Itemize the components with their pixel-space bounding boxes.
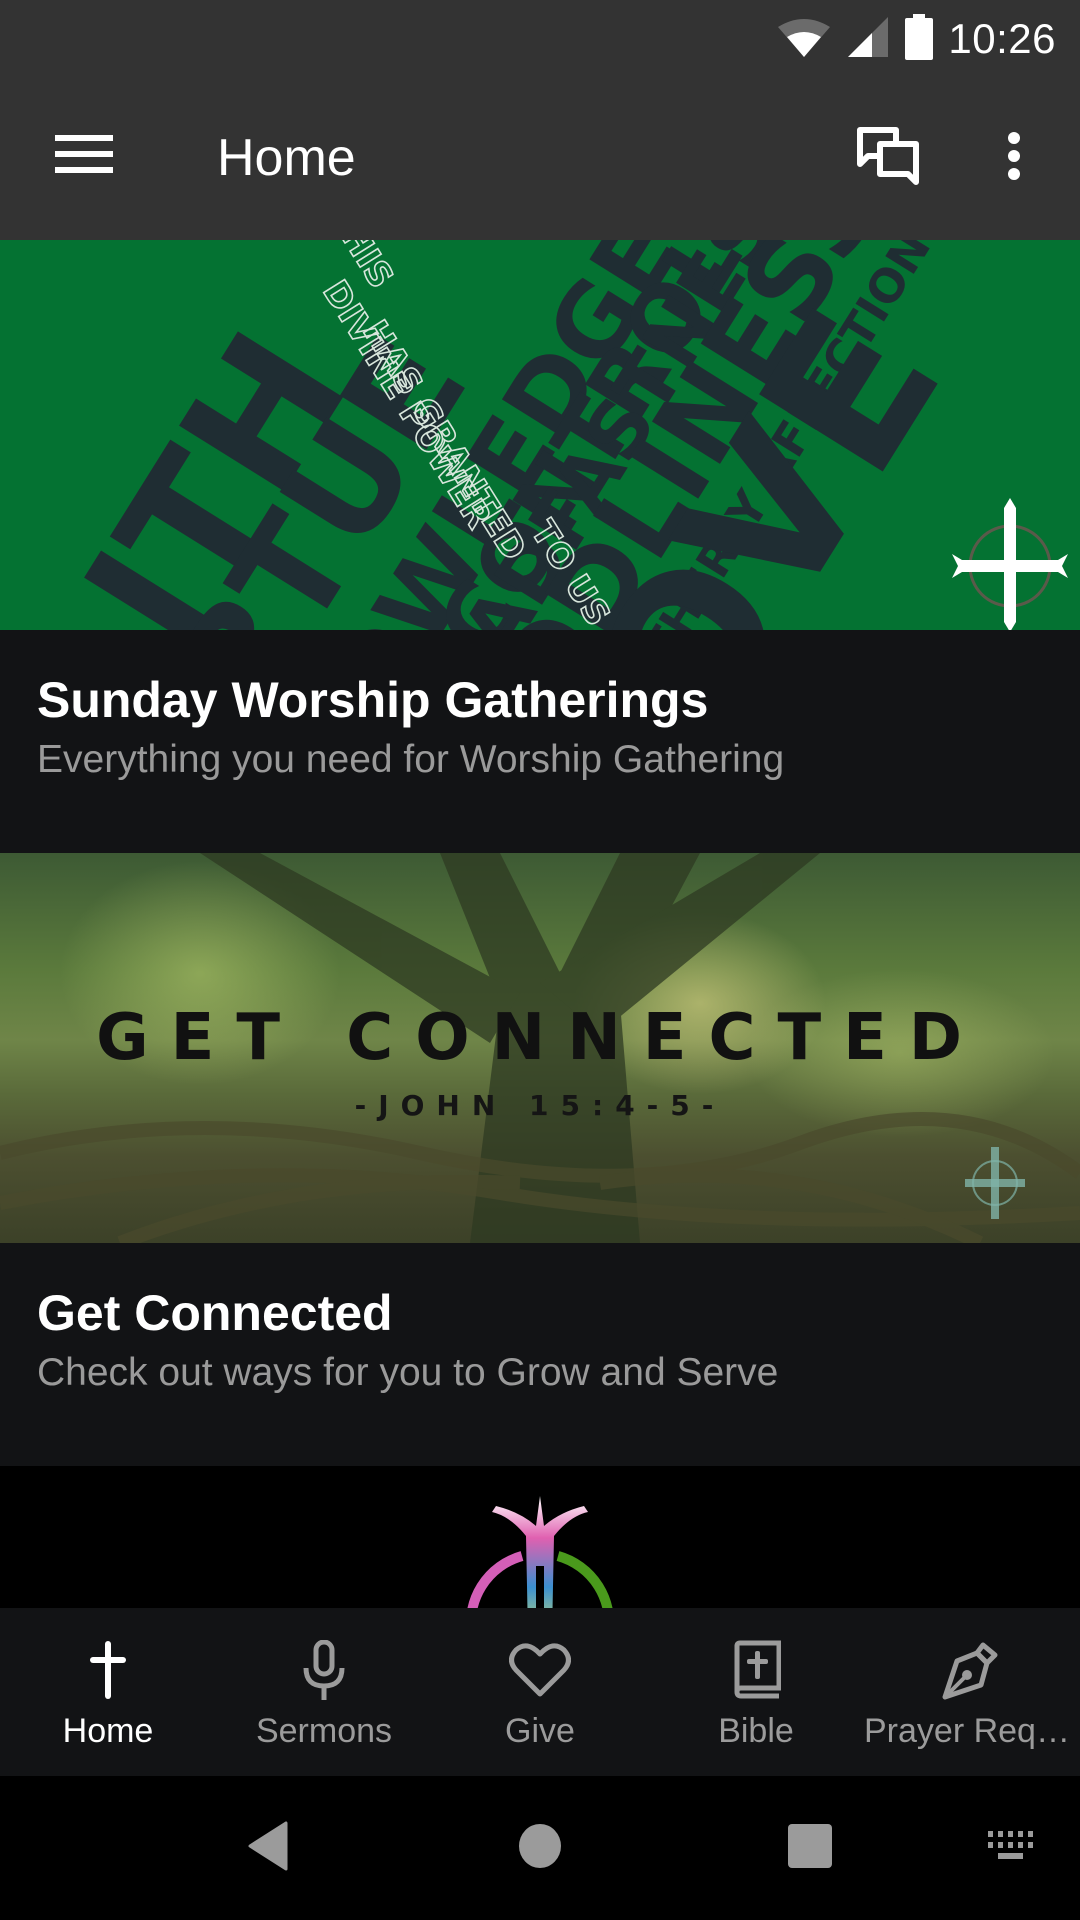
card-subtitle: Check out ways for you to Grow and Serve <box>37 1351 779 1394</box>
sunday-worship-banner: FAITH VIRTUE KNOWLEDGE SELF-CONTROL STEA… <box>0 240 1080 630</box>
church-cross-logo <box>960 1143 1030 1228</box>
nav-label: Home <box>62 1712 154 1750</box>
back-button[interactable] <box>218 1812 318 1884</box>
page-title: Home <box>217 129 356 187</box>
card-subtitle: Everything you need for Worship Gatherin… <box>37 738 785 781</box>
system-navigation-bar <box>0 1776 1080 1920</box>
card-title: Get Connected <box>37 1285 393 1341</box>
nav-item-prayer-requests[interactable]: Prayer Requests <box>864 1608 1080 1776</box>
recents-square-icon <box>787 1823 833 1874</box>
bible-icon <box>724 1638 788 1702</box>
app-bar: Home <box>0 78 1080 240</box>
nav-item-give[interactable]: Give <box>432 1608 648 1776</box>
church-logo <box>467 1496 613 1608</box>
keyboard-button[interactable] <box>962 1812 1062 1884</box>
nav-item-bible[interactable]: Bible <box>648 1608 864 1776</box>
status-icons: 10:26 <box>776 13 1056 65</box>
typographic-artwork: FAITH VIRTUE KNOWLEDGE SELF-CONTROL STEA… <box>0 240 1068 630</box>
recents-button[interactable] <box>760 1812 860 1884</box>
nav-item-sermons[interactable]: Sermons <box>216 1608 432 1776</box>
heart-icon <box>508 1638 572 1702</box>
keyboard-icon <box>988 1830 1036 1866</box>
nav-label: Bible <box>718 1712 794 1750</box>
card-body: Get Connected Check out ways for you to … <box>0 1243 1080 1466</box>
nav-item-home[interactable]: Home <box>0 1608 216 1776</box>
church-logo-banner <box>0 1466 1080 1608</box>
back-triangle-icon <box>246 1821 290 1876</box>
get-connected-banner: GET CONNECTED -JOHN 15:4-5- <box>0 853 1080 1243</box>
status-time: 10:26 <box>948 15 1056 62</box>
more-vertical-icon <box>1006 131 1022 186</box>
banner-scripture-reference: -JOHN 15:4-5- <box>354 1089 726 1122</box>
card-title: Sunday Worship Gatherings <box>37 672 709 728</box>
pen-nib-icon <box>940 1638 1004 1702</box>
microphone-icon <box>292 1638 356 1702</box>
card-church-logo[interactable] <box>0 1466 1080 1608</box>
card-body: Sunday Worship Gatherings Everything you… <box>0 630 1080 853</box>
home-circle-icon <box>518 1823 562 1874</box>
nav-label: Give <box>505 1712 575 1750</box>
church-cross-logo <box>952 498 1068 630</box>
card-sunday-worship[interactable]: FAITH VIRTUE KNOWLEDGE SELF-CONTROL STEA… <box>0 240 1080 853</box>
menu-button[interactable] <box>40 120 128 192</box>
home-button[interactable] <box>490 1812 590 1884</box>
battery-icon <box>904 13 934 65</box>
wifi-icon <box>776 17 832 62</box>
cross-icon <box>76 1638 140 1702</box>
content-feed[interactable]: FAITH VIRTUE KNOWLEDGE SELF-CONTROL STEA… <box>0 240 1080 1608</box>
bottom-navigation: Home Sermons Give Bible Prayer Reque <box>0 1608 1080 1776</box>
more-options-button[interactable] <box>984 120 1044 196</box>
banner-headline: GET CONNECTED <box>96 1001 984 1075</box>
chat-button[interactable] <box>846 120 930 196</box>
cellular-signal-icon <box>846 15 890 64</box>
nav-label: Prayer Requests <box>864 1712 1080 1750</box>
chat-bubbles-icon <box>856 126 920 191</box>
hamburger-menu-icon <box>55 133 113 180</box>
status-bar: 10:26 <box>0 0 1080 78</box>
nav-label: Sermons <box>255 1712 393 1750</box>
card-get-connected[interactable]: GET CONNECTED -JOHN 15:4-5- Get Connecte… <box>0 853 1080 1466</box>
